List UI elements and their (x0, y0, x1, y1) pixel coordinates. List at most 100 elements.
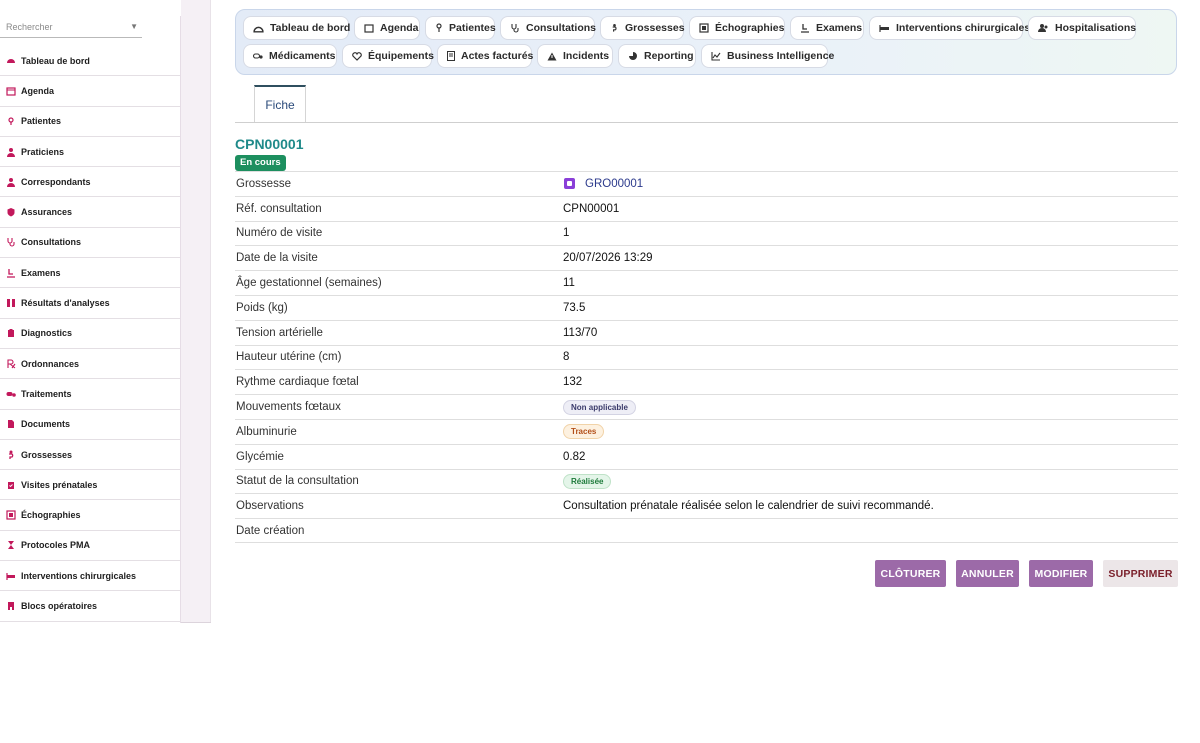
nav-incidents[interactable]: Incidents (537, 44, 613, 68)
sidebar-item-visites-prenatales[interactable]: Visites prénatales (0, 470, 180, 501)
sidebar-item-label: Visites prénatales (21, 479, 98, 490)
nav-label: Tableau de bord (270, 22, 351, 34)
nav-consultations[interactable]: Consultations (500, 16, 596, 40)
nav-label: Business Intelligence (727, 50, 835, 62)
pills-icon (6, 389, 16, 399)
field-label: Numéro de visite (236, 227, 323, 240)
document-icon (6, 419, 16, 429)
sidebar: Rechercher ▼ Tableau de bord Agenda Pati… (0, 16, 181, 623)
sidebar-item-label: Praticiens (21, 146, 65, 157)
sidebar-item-documents[interactable]: Documents (0, 410, 180, 440)
nav-label: Équipements (368, 50, 434, 62)
nav-tableau-de-bord[interactable]: Tableau de bord (243, 16, 351, 40)
pregnancy-icon (610, 23, 619, 33)
nav-label: Agenda (380, 22, 419, 34)
sidebar-item-label: Grossesses (21, 449, 73, 460)
tab-fiche[interactable]: Fiche (254, 85, 306, 123)
field-value: 132 (563, 376, 583, 389)
field-label: Glycémie (236, 450, 284, 463)
field-row-blood-pressure: Tension artérielle 113/70 (235, 319, 1178, 345)
nav-grossesses[interactable]: Grossesses (600, 16, 685, 40)
field-value: 0.82 (563, 450, 586, 463)
status-badge: En cours (235, 155, 286, 171)
field-label: Réf. consultation (236, 202, 322, 215)
sidebar-item-interventions[interactable]: Interventions chirurgicales (0, 561, 180, 592)
users-icon (1038, 23, 1049, 33)
field-label: Albuminurie (236, 425, 297, 438)
chart-icon (711, 51, 721, 61)
nav-agenda[interactable]: Agenda (354, 16, 420, 40)
sidebar-item-examens[interactable]: Examens (0, 258, 180, 289)
sidebar-item-blocs-operatoires[interactable]: Blocs opératoires (0, 591, 180, 622)
albuminuria-badge: Traces (563, 424, 605, 440)
close-button[interactable]: CLÔTURER (875, 560, 946, 587)
nav-label: Interventions chirurgicales (896, 22, 1031, 34)
nav-label: Grossesses (625, 22, 685, 34)
pregnancy-link[interactable]: GRO00001 (585, 178, 643, 190)
exam-icon (6, 268, 16, 278)
nav-interventions[interactable]: Interventions chirurgicales (869, 16, 1030, 40)
field-row-consultation-status: Statut de la consultation Réalisée (235, 468, 1178, 494)
nav-examens[interactable]: Examens (790, 16, 864, 40)
sidebar-item-label: Interventions chirurgicales (21, 570, 137, 581)
nav-label: Examens (816, 22, 863, 34)
sidebar-item-correspondants[interactable]: Correspondants (0, 167, 180, 198)
sidebar-item-agenda[interactable]: Agenda (0, 76, 180, 107)
field-row-visit-date: Date de la visite 20/07/2026 13:29 (235, 245, 1178, 270)
hourglass-icon (6, 540, 16, 550)
nav-label: Consultations (526, 22, 596, 34)
top-navigation: Tableau de bord Agenda Patientes Consult… (235, 9, 1177, 75)
ultrasound-icon (699, 23, 709, 33)
calendar-icon (6, 86, 16, 96)
exam-icon (800, 23, 810, 33)
nav-equipements[interactable]: Équipements (342, 44, 434, 68)
field-label: Grossesse (236, 177, 291, 190)
delete-button[interactable]: SUPPRIMER (1103, 560, 1178, 587)
field-row-fetal-heart-rate: Rythme cardiaque fœtal 132 (235, 369, 1178, 394)
sidebar-item-label: Documents (21, 419, 71, 430)
sidebar-list: Tableau de bord Agenda Patientes Pratici… (0, 46, 180, 622)
field-value: CPN00001 (563, 202, 620, 215)
nav-actes-factures[interactable]: Actes facturés (437, 44, 533, 68)
sidebar-item-label: Consultations (21, 237, 81, 248)
field-value: 20/07/2026 13:29 (563, 252, 653, 265)
sidebar-item-protocoles-pma[interactable]: Protocoles PMA (0, 531, 180, 562)
sidebar-item-patientes[interactable]: Patientes (0, 107, 180, 137)
tab-divider (235, 122, 1178, 123)
cancel-button[interactable]: ANNULER (956, 560, 1019, 587)
nav-label: Hospitalisations (1055, 22, 1137, 34)
field-row-visit-number: Numéro de visite 1 (235, 220, 1178, 246)
sidebar-item-tableau-de-bord[interactable]: Tableau de bord (0, 46, 180, 77)
sidebar-item-ordonnances[interactable]: Ordonnances (0, 349, 180, 380)
sidebar-item-traitements[interactable]: Traitements (0, 379, 180, 410)
sidebar-item-consultations[interactable]: Consultations (0, 228, 180, 259)
edit-button[interactable]: MODIFIER (1029, 560, 1093, 587)
sidebar-item-label: Patientes (21, 116, 62, 127)
nav-patientes[interactable]: Patientes (425, 16, 496, 40)
nav-label: Médicaments (269, 50, 336, 62)
sidebar-item-label: Agenda (21, 85, 55, 96)
field-label: Mouvements fœtaux (236, 401, 341, 414)
heart-icon (352, 51, 362, 61)
sidebar-item-grossesses[interactable]: Grossesses (0, 440, 180, 471)
sidebar-item-echographies[interactable]: Échographies (0, 500, 180, 531)
chevron-down-icon[interactable]: ▼ (130, 18, 138, 36)
sidebar-item-label: Traitements (21, 388, 72, 399)
field-value: 11 (563, 277, 575, 290)
pills-icon (253, 51, 263, 61)
sidebar-item-resultats-analyses[interactable]: Résultats d'analyses (0, 288, 180, 319)
field-label: Date création (236, 524, 305, 537)
search-input[interactable]: Rechercher ▼ (0, 18, 142, 38)
field-row-grossesse: Grossesse GRO00001 (235, 171, 1178, 196)
nav-reporting[interactable]: Reporting (618, 44, 696, 68)
nav-medicaments[interactable]: Médicaments (243, 44, 337, 68)
nav-hospitalisations[interactable]: Hospitalisations (1028, 16, 1136, 40)
bed-icon (879, 23, 890, 33)
sidebar-item-praticiens[interactable]: Praticiens (0, 137, 180, 168)
nav-echographies[interactable]: Échographies (689, 16, 785, 40)
sidebar-item-assurances[interactable]: Assurances (0, 197, 180, 228)
consultation-status-badge: Réalisée (563, 473, 612, 489)
nav-business-intelligence[interactable]: Business Intelligence (701, 44, 834, 68)
field-value: Consultation prénatale réalisée selon le… (563, 500, 934, 513)
sidebar-item-diagnostics[interactable]: Diagnostics (0, 319, 180, 349)
